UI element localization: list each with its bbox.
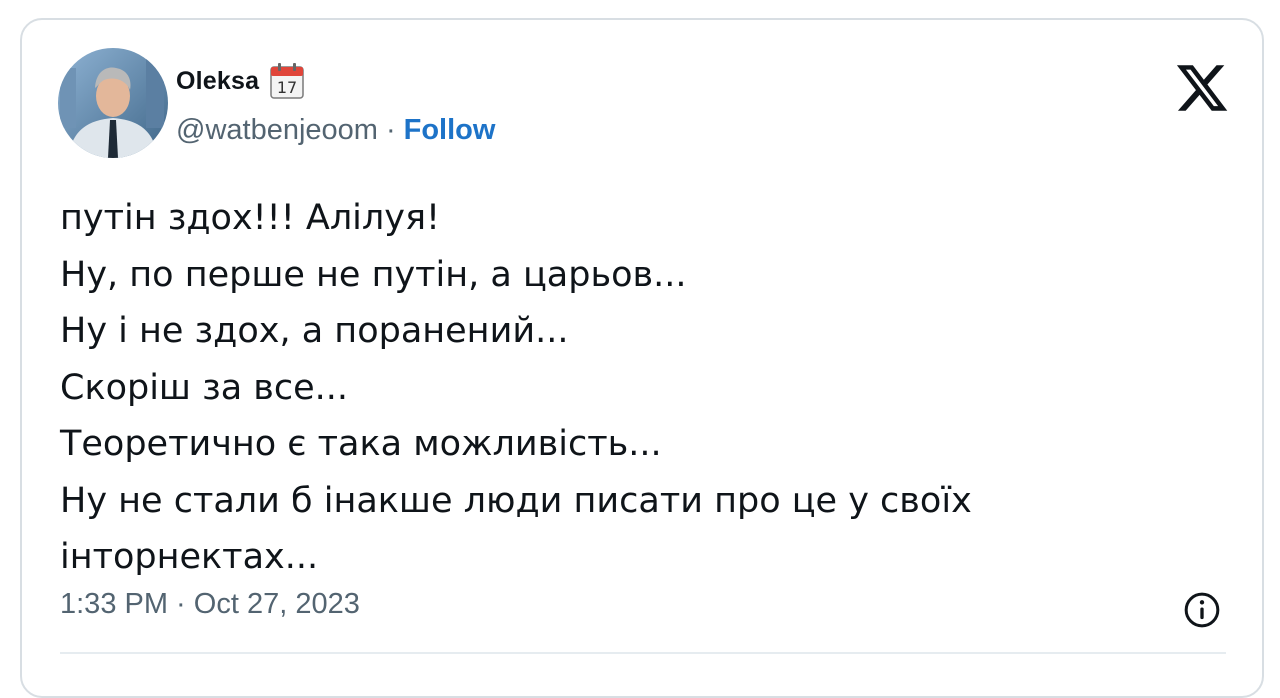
tweet-line: інторнектах... — [60, 537, 319, 577]
divider — [60, 652, 1226, 654]
tweet-line: Ну не стали б інакше люди писати про це … — [60, 480, 972, 521]
follow-button[interactable]: Follow — [404, 114, 496, 147]
info-icon[interactable] — [1182, 590, 1222, 630]
calendar-icon: 17 — [269, 62, 305, 100]
tweet-card: Oleksa 17 @watbenjeoom · Follow путін зд… — [20, 18, 1264, 698]
author-handle-row: @watbenjeoom · Follow — [176, 114, 495, 147]
x-logo-icon[interactable] — [1174, 60, 1230, 116]
author-handle[interactable]: @watbenjeoom — [176, 114, 378, 147]
tweet-timestamp[interactable]: 1:33 PM · Oct 27, 2023 — [60, 588, 360, 621]
tweet-line: Скоріш за все... — [60, 367, 349, 408]
author-display-name[interactable]: Oleksa — [176, 67, 259, 96]
tweet-text: путін здох!!! Алілуя! Ну, по перше не пу… — [60, 190, 1210, 586]
calendar-day: 17 — [277, 78, 297, 97]
author-name-row: Oleksa 17 — [176, 62, 305, 100]
tweet-line: Теоретично є така можливість... — [60, 424, 662, 464]
tweet-line: Ну, по перше не путін, а царьов... — [60, 254, 687, 295]
tweet-line: путін здох!!! Алілуя! — [60, 198, 441, 238]
tweet-line: Ну і не здох, а поранений... — [60, 311, 569, 351]
avatar[interactable] — [58, 48, 168, 158]
handle-separator: · — [385, 114, 396, 146]
